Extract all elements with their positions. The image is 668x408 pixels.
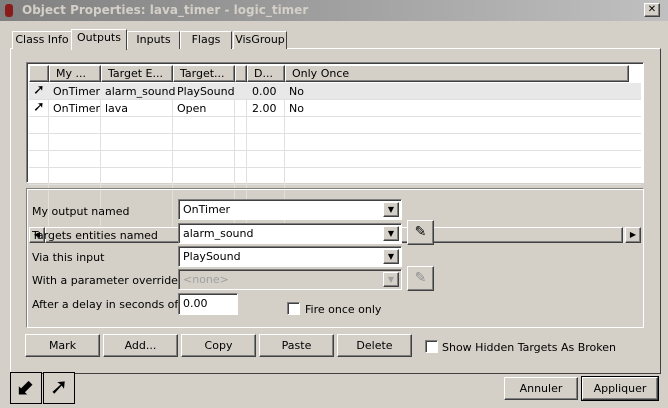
output-connection-icon: ➚ — [49, 375, 69, 400]
tab-visgroup[interactable]: VisGroup — [233, 31, 287, 49]
targets-label: Targets entities named — [32, 229, 158, 242]
mark-button[interactable]: Mark — [25, 334, 100, 357]
outputs-list[interactable]: My ... Target E... Target... D... Only O… — [26, 62, 644, 243]
column-header-output[interactable]: My ... — [49, 65, 101, 82]
app-icon — [5, 4, 13, 17]
targets-combo[interactable]: alarm_sound ▼ — [178, 223, 402, 244]
cell-target: alarm_sound — [105, 85, 176, 98]
tab-inputs[interactable]: Inputs — [127, 31, 180, 49]
outputs-view-button[interactable]: ➚ — [43, 372, 75, 404]
inputs-view-button[interactable]: ⬋ — [10, 372, 42, 404]
tab-flags[interactable]: Flags — [180, 31, 232, 49]
fire-once-checkbox[interactable] — [287, 302, 300, 315]
title-bar: Object Properties: lava_timer - logic_ti… — [0, 0, 668, 21]
close-button[interactable]: ✕ — [644, 3, 660, 17]
chevron-down-icon[interactable]: ▼ — [383, 226, 399, 241]
connection-icon: ➚ — [33, 82, 45, 98]
column-header-parameter[interactable] — [235, 65, 247, 82]
eyedropper-icon: ✎ — [414, 270, 427, 286]
cell-once: No — [289, 102, 304, 115]
window-title: Object Properties: lava_timer - logic_ti… — [22, 3, 309, 17]
parameter-label: With a parameter override — [32, 274, 178, 287]
paste-button[interactable]: Paste — [259, 334, 334, 357]
column-header-only-once[interactable]: Only Once — [285, 65, 629, 82]
column-header-icon[interactable] — [29, 65, 49, 82]
cancel-button[interactable]: Annuler — [504, 377, 578, 400]
fire-once-label[interactable]: Fire once only — [305, 303, 381, 316]
connection-icon: ➚ — [33, 99, 45, 115]
cell-output: OnTimer — [53, 102, 101, 115]
delay-input[interactable]: 0.00 — [178, 293, 238, 315]
add-button[interactable]: Add... — [103, 334, 178, 357]
chevron-down-icon[interactable]: ▼ — [383, 202, 399, 217]
cell-target: lava — [105, 102, 129, 115]
table-row[interactable]: ➚ OnTimer lava Open 2.00 No — [29, 100, 641, 117]
cell-output: OnTimer — [53, 85, 101, 98]
cell-input: PlaySound — [177, 85, 235, 98]
input-label: Via this input — [32, 251, 105, 264]
delete-button[interactable]: Delete — [337, 334, 412, 357]
cell-delay: 0.00 — [252, 85, 277, 98]
tab-outputs[interactable]: Outputs — [71, 29, 127, 50]
cell-input: Open — [177, 102, 207, 115]
copy-button[interactable]: Copy — [181, 334, 256, 357]
output-combo[interactable]: OnTimer ▼ — [178, 199, 402, 220]
column-header-target-entity[interactable]: Target E... — [101, 65, 173, 82]
eyedropper-disabled-button[interactable]: ✎ — [407, 266, 434, 291]
input-combo[interactable]: PlaySound ▼ — [178, 246, 402, 267]
chevron-down-icon[interactable]: ▼ — [383, 249, 399, 264]
input-connection-icon: ⬋ — [16, 375, 36, 400]
delay-label: After a delay in seconds of — [32, 298, 179, 311]
cell-delay: 2.00 — [252, 102, 277, 115]
table-row[interactable]: ➚ OnTimer alarm_sound PlaySound 0.00 No — [29, 83, 641, 100]
eyedropper-button[interactable]: ✎ — [407, 220, 434, 245]
chevron-down-icon[interactable]: ▼ — [383, 272, 399, 287]
parameter-combo[interactable]: <none> ▼ — [178, 269, 402, 290]
column-header-delay[interactable]: D... — [247, 65, 285, 82]
tab-class-info[interactable]: Class Info — [12, 31, 72, 49]
apply-button[interactable]: Appliquer — [581, 376, 659, 401]
show-hidden-label[interactable]: Show Hidden Targets As Broken — [442, 341, 616, 354]
column-header-target-input[interactable]: Target... — [173, 65, 235, 82]
output-label: My output named — [32, 205, 130, 218]
show-hidden-checkbox[interactable] — [425, 340, 438, 353]
cell-once: No — [289, 85, 304, 98]
eyedropper-icon: ✎ — [414, 224, 427, 240]
